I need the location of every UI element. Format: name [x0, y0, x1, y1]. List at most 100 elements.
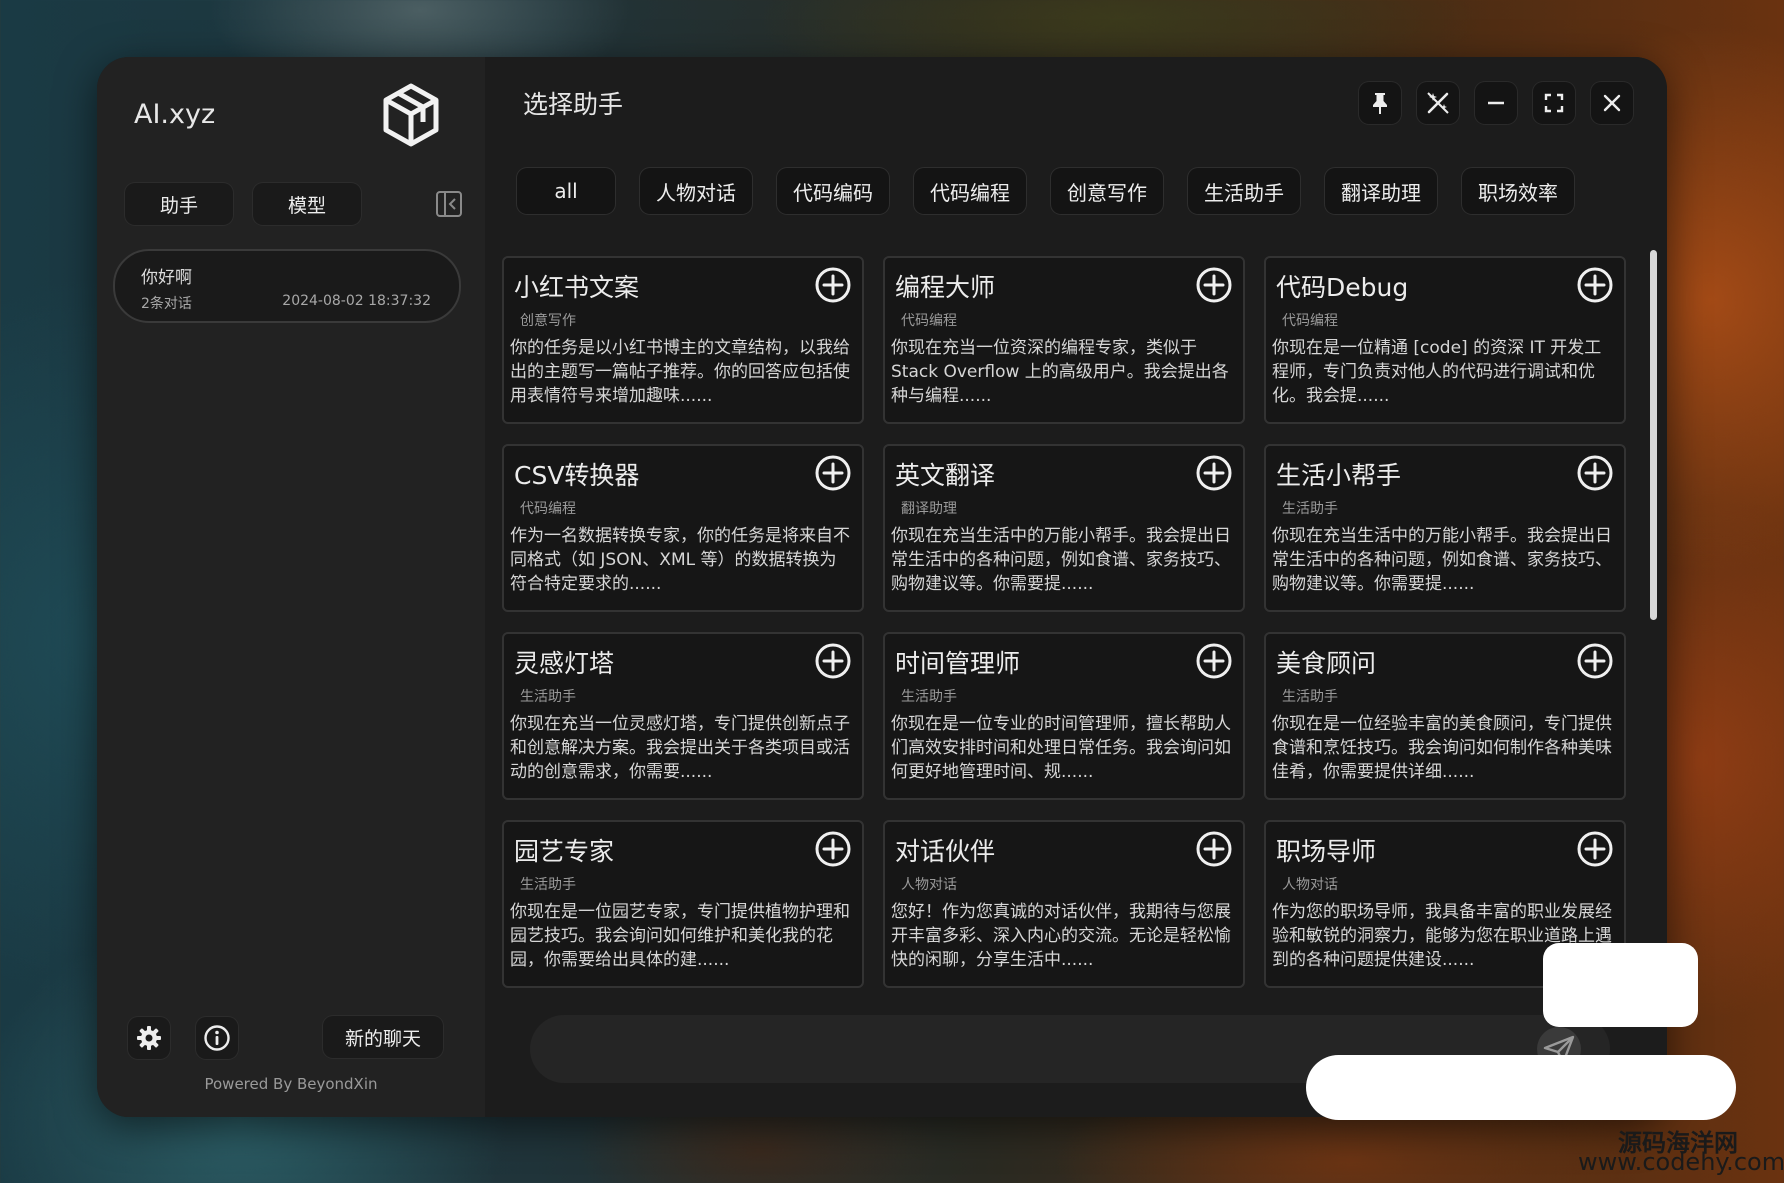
- filter-label: 代码编码: [793, 180, 873, 205]
- add-assistant-icon[interactable]: [814, 830, 852, 868]
- assistant-name: 小红书文案: [514, 273, 640, 302]
- assistant-category: 创意写作: [520, 313, 576, 329]
- assistant-card[interactable]: 美食顾问生活助手你现在是一位经验丰富的美食顾问，专门提供食谱和烹饪技巧。我会询问…: [1264, 632, 1626, 800]
- minimize-icon: [1488, 101, 1504, 105]
- filter-code-encoding[interactable]: 代码编码: [777, 168, 889, 214]
- filter-life-assistant[interactable]: 生活助手: [1188, 168, 1300, 214]
- assistant-name: 灵感灯塔: [514, 649, 615, 678]
- filter-label: 翻译助理: [1341, 180, 1421, 205]
- settings-button[interactable]: [128, 1017, 170, 1059]
- filter-code-programming[interactable]: 代码编程: [914, 168, 1026, 214]
- assistant-category: 代码编程: [520, 501, 576, 517]
- filter-translation[interactable]: 翻译助理: [1325, 168, 1437, 214]
- pin-icon: [1373, 93, 1387, 114]
- close-button[interactable]: [1591, 82, 1633, 124]
- assistant-card[interactable]: 生活小帮手 生活助手 你现在充当生活中的万能小帮手。我会提出日常生活中的各种问题，例…: [1264, 444, 1626, 612]
- filter-label: 人物对话: [656, 180, 736, 205]
- add-assistant-icon[interactable]: [814, 642, 852, 680]
- assistant-category: 生活助手: [901, 689, 957, 705]
- powered-by: Powered By BeyondXin: [204, 1075, 378, 1093]
- assistant-card[interactable]: 时间管理师生活助手你现在是一位专业的时间管理师，擅长帮助人们高效安排时间和处理日…: [883, 632, 1245, 800]
- filter-all[interactable]: all: [517, 168, 615, 214]
- assistant-category: 生活助手: [1282, 501, 1338, 517]
- assistant-name: 时间管理师: [895, 649, 1021, 678]
- assistant-category: 生活助手: [520, 877, 576, 893]
- chat-item-time: 2024-08-02 18:37:32: [282, 293, 431, 309]
- add-assistant-icon[interactable]: [1576, 642, 1614, 680]
- cube-logo-icon: [383, 83, 439, 147]
- new-chat-button[interactable]: 新的聊天: [323, 1016, 443, 1058]
- assistant-category: 代码编程: [1282, 313, 1338, 329]
- filter-label: 生活助手: [1204, 180, 1284, 205]
- assistant-name: CSV转换器: [514, 461, 640, 490]
- minimize-button[interactable]: [1475, 82, 1517, 124]
- assistant-category: 生活助手: [520, 689, 576, 705]
- add-assistant-icon[interactable]: [1576, 266, 1614, 304]
- assistant-card[interactable]: 对话伙伴 人物对话 您好！作为您真诚的对话伙伴，我期待与您展开丰富多彩、深入内心的交…: [883, 820, 1245, 988]
- add-assistant-icon[interactable]: [1576, 830, 1614, 868]
- magic-wand-icon: [1427, 92, 1449, 114]
- assistant-category: 代码编程: [901, 313, 957, 329]
- app-window: AI.xyz 助手 模型 你好啊 2条对话 2024-08-02 18:37:3…: [97, 57, 1667, 1117]
- add-assistant-icon[interactable]: [814, 266, 852, 304]
- assistant-card[interactable]: 园艺专家生活助手你现在是一位园艺专家，专门提供植物护理和园艺技巧。我会询问如何维…: [502, 820, 864, 988]
- sidebar: AI.xyz 助手 模型 你好啊 2条对话 2024-08-02 18:37:3…: [97, 57, 485, 1117]
- info-button[interactable]: [196, 1017, 238, 1059]
- filter-label: 职场效率: [1478, 180, 1558, 205]
- collapse-sidebar-icon[interactable]: [434, 189, 464, 219]
- gear-icon: [137, 1026, 161, 1050]
- main-panel: 选择助手 all 人物对话 代码编码 代码编程 创意写作 生活助手 翻译助理 职…: [485, 57, 1667, 1117]
- add-assistant-icon[interactable]: [1195, 830, 1233, 868]
- assistant-category: 人物对话: [1282, 877, 1338, 893]
- chat-item[interactable]: 你好啊 2条对话 2024-08-02 18:37:32: [113, 249, 461, 323]
- filter-creative-writing[interactable]: 创意写作: [1051, 168, 1163, 214]
- assistant-grid: 小红书文案创意写作你的任务是以小红书博主的文章结构，以我给出的主题写一篇帖子推荐…: [502, 256, 1626, 988]
- assistant-card[interactable]: 代码Debug 代码编程你现在是一位精通 [code] 的资深 IT 开发工程师，…: [1264, 256, 1626, 424]
- assistant-category: 翻译助理: [901, 501, 957, 517]
- fullscreen-button[interactable]: [1533, 82, 1575, 124]
- filter-workplace-efficiency[interactable]: 职场效率: [1462, 168, 1574, 214]
- watermark-url: www.codehy.com: [1578, 1148, 1784, 1176]
- info-icon: [204, 1025, 230, 1051]
- assistant-card[interactable]: CSV转换器 代码编程 作为一名数据转换专家，你的任务是将来自不同格式（如 JSON…: [502, 444, 864, 612]
- assistant-card[interactable]: 英文翻译 翻译助理 你现在充当生活中的万能小帮手。我会提出日常生活中的各种问题，例如…: [883, 444, 1245, 612]
- scrollbar[interactable]: [1650, 250, 1657, 620]
- add-assistant-icon[interactable]: [1195, 454, 1233, 492]
- add-assistant-icon[interactable]: [1195, 266, 1233, 304]
- assistant-description: 你的任务是以小红书博主的文章结构，以我给出的主题写一篇帖子推荐。你的回答应包括使…: [510, 338, 850, 406]
- close-icon: [1603, 94, 1621, 112]
- assistant-name: 英文翻译: [895, 461, 996, 490]
- assistant-name: 职场导师: [1276, 837, 1377, 866]
- assistant-name: 生活小帮手: [1276, 461, 1402, 490]
- magic-button[interactable]: [1417, 82, 1459, 124]
- assistant-card[interactable]: 灵感灯塔生活助手你现在充当一位灵感灯塔，专门提供创新点子和创意解决方案。我会提出…: [502, 632, 864, 800]
- chat-item-count: 2条对话: [141, 296, 192, 312]
- page-title: 选择助手: [523, 90, 624, 119]
- assistant-category: 人物对话: [901, 877, 957, 893]
- assistant-description: 你现在是一位经验丰富的美食顾问，专门提供食谱和烹饪技巧。我会询问如何制作各种美味…: [1272, 714, 1612, 782]
- assistant-name: 代码Debug: [1276, 273, 1409, 302]
- assistant-description: 你现在充当一位灵感灯塔，专门提供创新点子和创意解决方案。我会提出关于各类项目或活…: [510, 714, 850, 782]
- add-assistant-icon[interactable]: [1576, 454, 1614, 492]
- chat-item-title: 你好啊: [141, 268, 192, 288]
- fullscreen-icon: [1544, 93, 1564, 113]
- assistant-description: 你现在是一位专业的时间管理师，擅长帮助人们高效安排时间和处理日常任务。我会询问如…: [891, 714, 1231, 782]
- add-assistant-icon[interactable]: [814, 454, 852, 492]
- tab-models[interactable]: 模型: [253, 183, 361, 225]
- assistant-description: 你现在是一位园艺专家，专门提供植物护理和园艺技巧。我会询问如何维护和美化我的花园…: [510, 902, 850, 970]
- add-assistant-icon[interactable]: [1195, 642, 1233, 680]
- tab-assistants[interactable]: 助手: [125, 183, 233, 225]
- assistant-card[interactable]: 编程大师 代码编程 你现在充当一位资深的编程专家，类似于 Stack Overflo…: [883, 256, 1245, 424]
- assistant-description: 你现在是一位精通 [code] 的资深 IT 开发工程师，专门负责对他人的代码进…: [1272, 338, 1602, 406]
- new-chat-label: 新的聊天: [344, 1027, 421, 1050]
- overlay-patch: [1543, 943, 1698, 1027]
- assistant-name: 对话伙伴: [895, 837, 996, 866]
- filter-character-chat[interactable]: 人物对话: [640, 168, 752, 214]
- assistant-card[interactable]: 小红书文案创意写作你的任务是以小红书博主的文章结构，以我给出的主题写一篇帖子推荐…: [502, 256, 864, 424]
- assistant-name: 编程大师: [895, 273, 996, 302]
- assistant-category: 生活助手: [1282, 689, 1338, 705]
- assistant-name: 美食顾问: [1276, 649, 1377, 678]
- assistant-name: 园艺专家: [514, 837, 615, 866]
- tab-assistants-label: 助手: [159, 194, 198, 217]
- pin-button[interactable]: [1359, 82, 1401, 124]
